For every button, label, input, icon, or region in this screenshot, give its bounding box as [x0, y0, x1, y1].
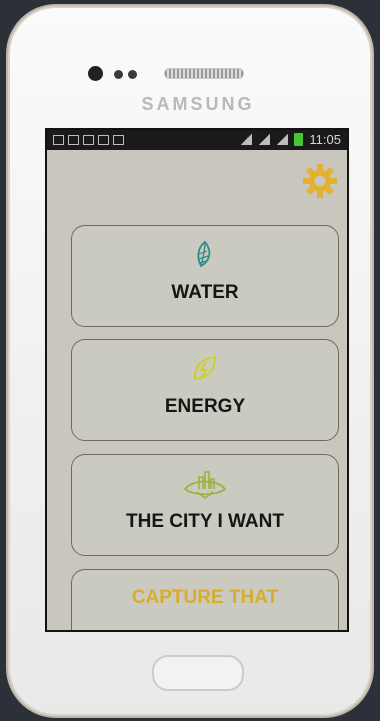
home-button[interactable]: [152, 655, 244, 691]
energy-button[interactable]: ENERGY: [71, 339, 339, 441]
twitter-icon: [83, 135, 94, 145]
front-camera: [88, 66, 103, 81]
light-sensor: [128, 70, 137, 79]
capture-that-label: CAPTURE THAT: [131, 587, 279, 608]
earpiece-speaker: [164, 68, 244, 79]
brand-logo: SAMSUNG: [141, 94, 255, 114]
water-button[interactable]: WATER: [71, 225, 339, 327]
app-screen: 11:05 WATER ENERGY THE CITY I WANT CAPTU…: [45, 128, 349, 632]
notification-icon: [53, 135, 64, 145]
phone-frame: SAMSUNG 11:05 WATER ENERGY THE CITY I WA…: [8, 6, 372, 716]
city-icon: [183, 471, 227, 499]
wifi-icon: [258, 134, 271, 145]
email-icon: [68, 135, 79, 145]
energy-leaf-icon: [194, 356, 216, 380]
clock: 11:05: [309, 132, 341, 147]
city-i-want-button[interactable]: THE CITY I WANT: [71, 454, 339, 556]
city-i-want-label: THE CITY I WANT: [126, 511, 284, 532]
mute-icon: [240, 134, 253, 145]
water-leaf-icon: [197, 240, 211, 268]
battery-icon: [294, 133, 304, 146]
message-icon: [98, 135, 109, 145]
notification-icons: [53, 135, 124, 145]
system-status: 11:05: [240, 132, 341, 147]
water-label: WATER: [171, 282, 239, 303]
gallery-icon: [113, 135, 124, 145]
capture-that-button[interactable]: CAPTURE THAT: [71, 569, 339, 630]
status-bar: 11:05: [47, 130, 347, 150]
gear-icon[interactable]: [303, 164, 337, 198]
signal-icon: [276, 134, 289, 145]
energy-label: ENERGY: [164, 396, 246, 417]
proximity-sensor: [114, 70, 123, 79]
